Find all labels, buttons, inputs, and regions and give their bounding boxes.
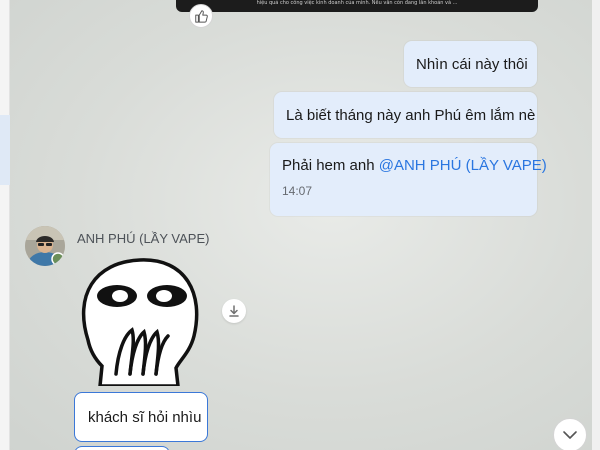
sent-message-1[interactable]: Nhìn cái này thôi	[404, 41, 537, 87]
sender-name[interactable]: ANH PHÚ (LẦY VAPE)	[77, 231, 209, 246]
message-text: Phải hem anh	[282, 157, 379, 174]
scroll-to-bottom-button[interactable]	[553, 418, 587, 450]
thumbs-up-icon	[195, 10, 208, 23]
message-line: Phải hem anh @ANH PHÚ (LẦY VAPE)	[282, 157, 547, 174]
avatar-image	[25, 226, 65, 266]
chevron-down-icon	[563, 431, 577, 439]
shocked-face-sticker	[82, 258, 199, 388]
sent-message-2[interactable]: Là biết tháng này anh Phú êm lắm nè	[274, 92, 537, 138]
right-scrollbar-track[interactable]	[592, 0, 600, 450]
download-button[interactable]	[222, 299, 246, 323]
like-button[interactable]	[189, 4, 213, 28]
message-timestamp: 14:07	[282, 184, 313, 198]
chat-panel: hiệu quả cho công việc kinh doanh của mì…	[0, 0, 600, 450]
message-text: khách sĩ hỏi nhìu	[88, 408, 202, 426]
sent-message-3[interactable]: Phải hem anh @ANH PHÚ (LẦY VAPE) 14:07	[270, 143, 547, 216]
media-preview-caption[interactable]: hiệu quả cho công việc kinh doanh của mì…	[176, 0, 538, 12]
received-message-partial[interactable]	[74, 446, 170, 450]
user-mention[interactable]: @ANH PHÚ (LẦY VAPE)	[379, 157, 547, 174]
message-text: Nhìn cái này thôi	[416, 55, 528, 73]
left-panel-edge	[0, 0, 10, 450]
sticker-image[interactable]	[80, 256, 202, 388]
avatar[interactable]	[25, 226, 65, 266]
download-icon	[229, 305, 239, 317]
left-panel-tab[interactable]	[0, 115, 10, 185]
received-message[interactable]: khách sĩ hỏi nhìu	[74, 392, 208, 442]
message-text: Là biết tháng này anh Phú êm lắm nè	[286, 106, 536, 124]
